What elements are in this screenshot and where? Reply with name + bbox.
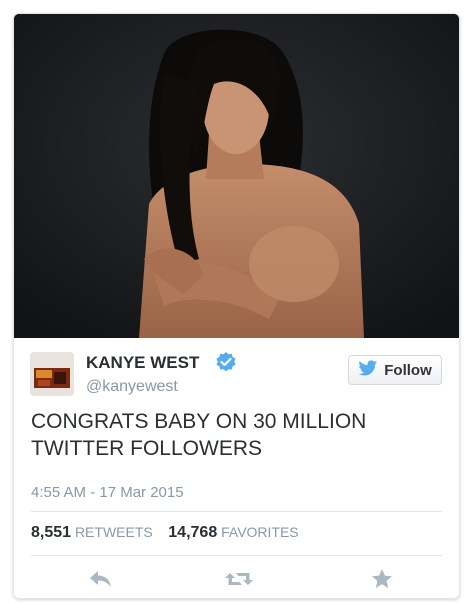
verified-badge-icon bbox=[215, 351, 237, 373]
tweet-card: KANYE WEST @kanyewest Follow CONGRATS BA… bbox=[13, 13, 460, 599]
retweet-icon[interactable] bbox=[224, 566, 254, 592]
retweet-count: 8,551 bbox=[31, 524, 72, 541]
tweet-timestamp[interactable]: 4:55 AM - 17 Mar 2015 bbox=[31, 484, 184, 501]
tweet-actions bbox=[14, 566, 459, 596]
avatar[interactable] bbox=[30, 352, 74, 396]
author-name[interactable]: KANYE WEST bbox=[86, 353, 199, 373]
favorite-stat[interactable]: 14,768 FAVORITES bbox=[168, 524, 299, 541]
twitter-bird-icon bbox=[358, 359, 378, 381]
follow-button[interactable]: Follow bbox=[348, 355, 442, 385]
tweet-stats: 8,551 RETWEETS 14,768 FAVORITES bbox=[31, 524, 299, 542]
reply-icon[interactable] bbox=[86, 566, 116, 592]
avatar-image bbox=[30, 352, 74, 396]
photo-illustration bbox=[14, 14, 459, 338]
divider bbox=[31, 555, 442, 556]
retweet-stat[interactable]: 8,551 RETWEETS bbox=[31, 524, 153, 541]
author-handle[interactable]: @kanyewest bbox=[86, 378, 178, 396]
retweet-stat-label: RETWEETS bbox=[74, 524, 153, 540]
divider bbox=[31, 511, 442, 512]
tweet-photo[interactable] bbox=[14, 14, 459, 338]
follow-button-label: Follow bbox=[384, 361, 432, 379]
star-icon[interactable] bbox=[367, 566, 397, 592]
favorite-count: 14,768 bbox=[168, 524, 218, 541]
tweet-text: CONGRATS BABY ON 30 MILLION TWITTER FOLL… bbox=[31, 410, 367, 460]
favorite-stat-label: FAVORITES bbox=[221, 524, 299, 540]
